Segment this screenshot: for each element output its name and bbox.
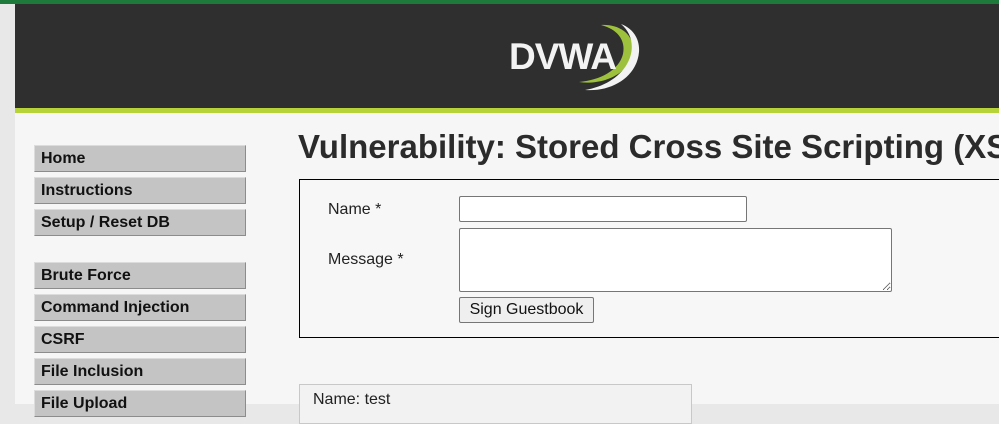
sign-guestbook-button[interactable]: Sign Guestbook [459,297,594,323]
page-title: Vulnerability: Stored Cross Site Scripti… [298,128,999,165]
page-content: Home Instructions Setup / Reset DB Brute… [15,113,999,424]
sidebar-item-brute-force[interactable]: Brute Force [34,262,246,289]
logo-text: DVWA [509,36,617,77]
guestbook-form: Name * Message * Sign Guestbook [299,179,999,338]
sidebar-item-command-injection[interactable]: Command Injection [34,294,246,321]
dvwa-logo: DVWA [509,20,641,100]
entry-name: Name: test [313,391,391,408]
name-label: Name * [328,201,382,218]
sidebar-menu: Home Instructions Setup / Reset DB Brute… [34,145,246,422]
name-input[interactable] [459,196,747,222]
sidebar-item-csrf[interactable]: CSRF [34,326,246,353]
sidebar-item-setup-reset-db[interactable]: Setup / Reset DB [34,209,246,236]
sidebar-item-instructions[interactable]: Instructions [34,177,246,204]
header-banner: DVWA [15,4,999,113]
left-gutter [0,4,15,404]
sidebar-item-file-inclusion[interactable]: File Inclusion [34,358,246,385]
sidebar-item-home[interactable]: Home [34,145,246,172]
guestbook-entry: Name: test [299,384,692,424]
menu-separator [34,241,246,262]
message-textarea[interactable] [459,228,892,292]
message-label: Message * [328,251,404,268]
